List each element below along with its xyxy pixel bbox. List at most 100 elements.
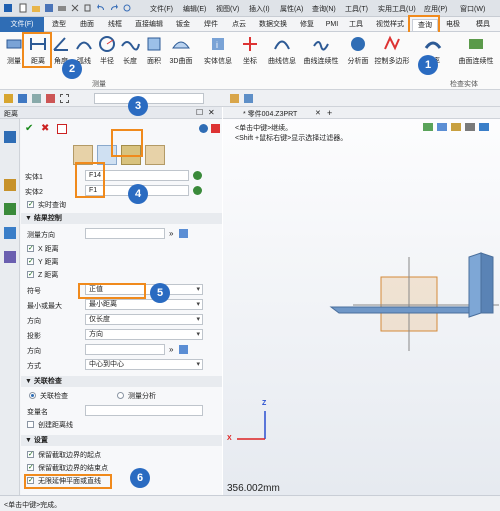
- assoc-section-header[interactable]: ▼ 关联检查: [21, 376, 222, 387]
- measure-readout: 356.002mm: [227, 483, 280, 494]
- rebuild-icon[interactable]: [122, 3, 132, 13]
- settings-section-header[interactable]: ▼ 设置: [21, 435, 222, 446]
- tab-mold[interactable]: 模具: [468, 19, 498, 31]
- assoc-check-radio[interactable]: [29, 392, 36, 399]
- tab-data-exchange[interactable]: 数据交换: [254, 19, 292, 31]
- expand2-icon[interactable]: »: [169, 345, 173, 354]
- resource-icon[interactable]: [4, 227, 16, 239]
- new-file-icon[interactable]: [18, 3, 28, 13]
- tree-icon[interactable]: [4, 179, 16, 191]
- tab-modeling[interactable]: 造型: [46, 19, 72, 31]
- measure-button[interactable]: 测量: [4, 34, 24, 66]
- pick-icon[interactable]: [46, 94, 55, 103]
- select-icon[interactable]: [18, 94, 27, 103]
- user-icon[interactable]: [4, 251, 16, 263]
- realtime-checkbox[interactable]: [27, 200, 34, 208]
- menu-file[interactable]: 文件(F): [150, 4, 173, 14]
- filter-icon[interactable]: [4, 94, 13, 103]
- undo-icon[interactable]: [96, 3, 106, 13]
- highlight-entity-values: [75, 162, 105, 198]
- menu-utility[interactable]: 实用工具(U): [378, 4, 416, 14]
- tab-direct-edit[interactable]: 直接编辑: [130, 19, 168, 31]
- menu-edit[interactable]: 编辑(E): [183, 4, 206, 14]
- coordinate-button[interactable]: 坐标: [238, 34, 262, 66]
- menu-attribute[interactable]: 属性(A): [280, 4, 303, 14]
- projection-dropdown[interactable]: 方向: [85, 329, 203, 340]
- save-icon[interactable]: [44, 3, 54, 13]
- close-panel-icon[interactable]: ✕: [208, 108, 215, 117]
- menu-query[interactable]: 查询(N): [312, 4, 336, 14]
- expand-icon[interactable]: »: [169, 229, 173, 238]
- tab-weldment[interactable]: 焊件: [198, 19, 224, 31]
- measure-dir-field[interactable]: [85, 228, 165, 239]
- layer-icon[interactable]: [4, 203, 16, 215]
- cut-icon[interactable]: [70, 3, 80, 13]
- svg-text:i: i: [216, 40, 218, 50]
- cancel-icon[interactable]: ✖: [41, 123, 49, 134]
- apply-icon[interactable]: [57, 124, 67, 134]
- tab-pointcloud[interactable]: 点云: [226, 19, 252, 31]
- redo-icon[interactable]: [109, 3, 119, 13]
- entity2-pick-icon[interactable]: [193, 186, 202, 195]
- badge-5: 5: [150, 283, 170, 303]
- info-icon[interactable]: [199, 124, 208, 133]
- tab-sheetmetal[interactable]: 钣金: [170, 19, 196, 31]
- entity1-pick-icon[interactable]: [193, 171, 202, 180]
- 3d-viewport[interactable]: * 零件004.Z3PRT ✕ + <单击中键>继续。 <Shift +鼠标右键…: [223, 107, 500, 495]
- surface-continuity-button[interactable]: 曲面连续性: [456, 34, 496, 66]
- tab-pmi[interactable]: PMI: [322, 19, 342, 31]
- analyze-face-button[interactable]: 分析面: [345, 34, 371, 66]
- print-icon[interactable]: [57, 3, 67, 13]
- tab-wireframe[interactable]: 线框: [102, 19, 128, 31]
- z-distance-checkbox[interactable]: [27, 270, 34, 278]
- keep-start-checkbox[interactable]: [27, 450, 34, 458]
- tab-visual-style[interactable]: 视觉样式: [370, 19, 410, 31]
- curve-continuity-button[interactable]: 曲线连续性: [301, 34, 341, 66]
- keep-start-label: 保留截取边界的起点: [38, 452, 101, 459]
- result-section-header[interactable]: ▼ 结果控制: [21, 213, 222, 224]
- snap-icon[interactable]: [32, 94, 41, 103]
- direction2-pick-icon[interactable]: [179, 345, 188, 354]
- badge-1: 1: [418, 55, 438, 75]
- measure-analysis-radio[interactable]: [117, 392, 124, 399]
- ok-icon[interactable]: ✔: [25, 123, 33, 134]
- direction2-field[interactable]: [85, 344, 165, 355]
- tab-repair[interactable]: 修复: [294, 19, 320, 31]
- view-icon[interactable]: [244, 94, 253, 103]
- varname-field[interactable]: [85, 405, 203, 416]
- pin-icon[interactable]: ☐: [196, 108, 203, 117]
- tab-file[interactable]: 文件(F): [0, 17, 44, 32]
- menu-tools[interactable]: 工具(T): [345, 4, 368, 14]
- mode-dropdown[interactable]: 中心到中心: [85, 359, 203, 370]
- menu-window[interactable]: 窗口(W): [460, 4, 485, 14]
- direction-pick-icon[interactable]: [179, 229, 188, 238]
- direction-dropdown[interactable]: 仅长度: [85, 314, 203, 325]
- box-select-icon[interactable]: [60, 94, 69, 103]
- curve-info-button[interactable]: 曲线信息: [266, 34, 298, 66]
- area-button[interactable]: 面积: [142, 34, 166, 66]
- menu-insert[interactable]: 插入(I): [249, 4, 270, 14]
- help-book-icon[interactable]: [211, 124, 220, 133]
- menu-apps[interactable]: 应用(P): [424, 4, 447, 14]
- y-distance-checkbox[interactable]: [27, 257, 34, 265]
- axis-x-label: X: [227, 435, 232, 442]
- control-polygon-button[interactable]: 控制多边形: [373, 34, 411, 66]
- tab-tools[interactable]: 工具: [344, 19, 368, 31]
- copy-icon[interactable]: [83, 3, 93, 13]
- history-icon[interactable]: [4, 131, 16, 143]
- radius-button[interactable]: 半径: [96, 34, 118, 66]
- tab-electrode[interactable]: 电极: [440, 19, 466, 31]
- x-distance-checkbox[interactable]: [27, 244, 34, 252]
- filter-input[interactable]: [94, 93, 204, 104]
- entity-info-button[interactable]: i 实体信息: [203, 34, 233, 66]
- folder-icon[interactable]: [230, 94, 239, 103]
- create-distline-checkbox[interactable]: [27, 421, 34, 428]
- keep-end-checkbox[interactable]: [27, 463, 34, 471]
- minmax-dropdown[interactable]: 最小距离: [85, 299, 203, 310]
- 3d-surface-button[interactable]: 3D曲面: [167, 34, 195, 66]
- mode-line-line-icon[interactable]: [145, 145, 165, 165]
- menu-view[interactable]: 视图(V): [216, 4, 239, 14]
- open-folder-icon[interactable]: [31, 3, 41, 13]
- length-button[interactable]: 长度: [119, 34, 141, 66]
- tab-surface[interactable]: 曲面: [74, 19, 100, 31]
